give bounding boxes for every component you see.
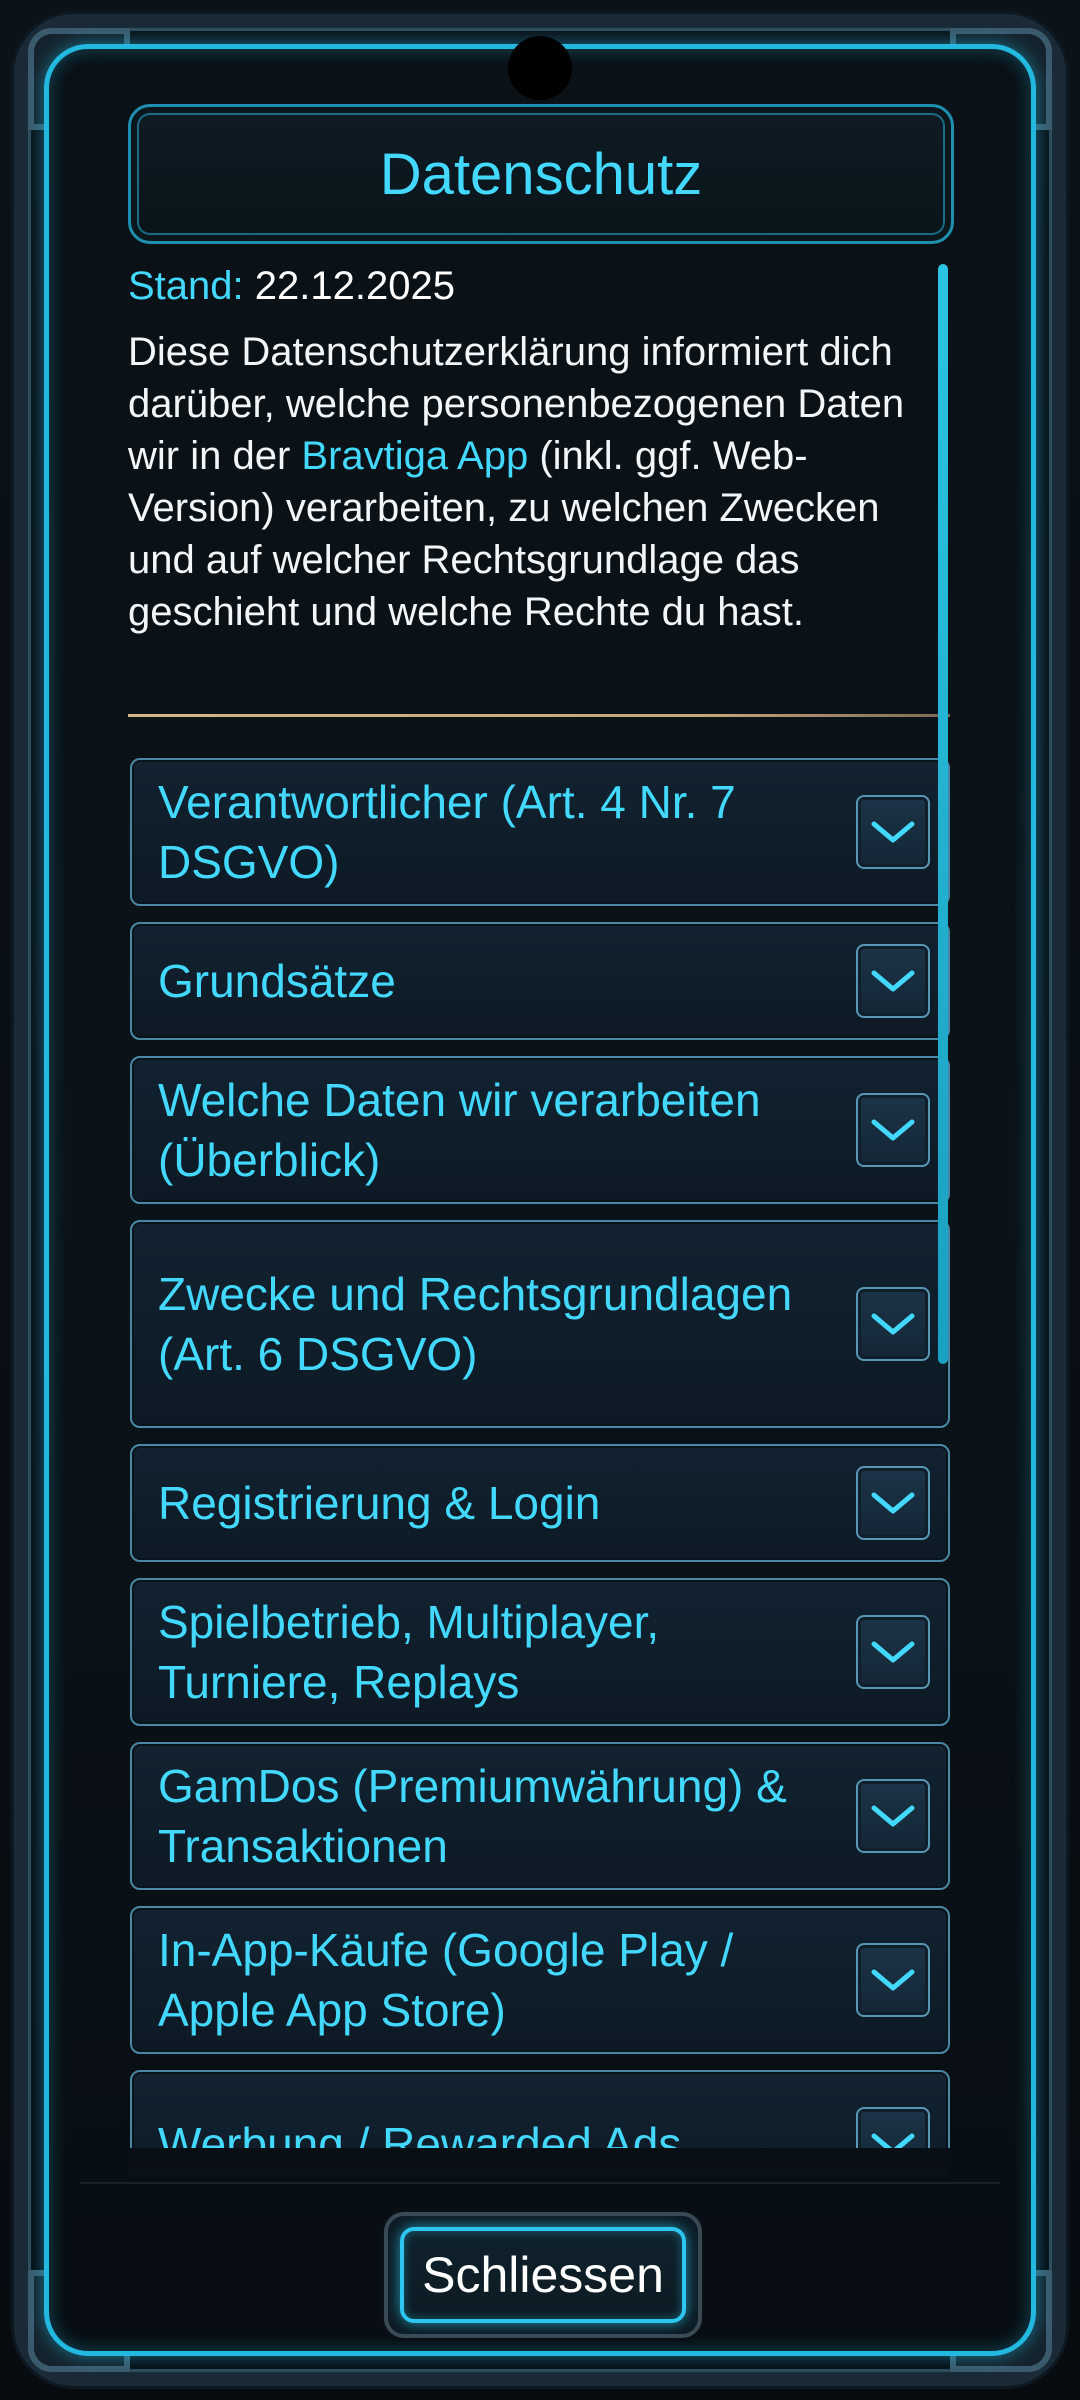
accordion-item-principles[interactable]: Grundsätze (130, 922, 950, 1040)
accordion-item-data-overview[interactable]: Welche Daten wir verarbeiten (Überblick) (130, 1056, 950, 1204)
revision-date-value: 22.12.2025 (254, 264, 455, 308)
accordion-label: Registrierung & Login (158, 1477, 601, 1529)
accordion-label: Zwecke und Rechtsgrundlagen (Art. 6 DSGV… (158, 1268, 793, 1380)
chevron-down-icon[interactable] (856, 944, 930, 1018)
close-button[interactable]: Schliessen (384, 2212, 702, 2338)
app-name-link: Bravtiga App (301, 434, 529, 478)
phone-frame: Datenschutz Stand: 22.12.2025 Diese Date… (0, 0, 1080, 2400)
accordion-item-gamdos[interactable]: GamDos (Premiumwährung) & Transaktionen (130, 1742, 950, 1890)
accordion-label: Spielbetrieb, Multiplayer, Turniere, Rep… (158, 1596, 660, 1708)
accordion-label: Grundsätze (158, 955, 396, 1007)
accordion-item-controller[interactable]: Verantwortlicher (Art. 4 Nr. 7 DSGVO) (130, 758, 950, 906)
footer-divider (80, 2182, 1000, 2184)
close-button-face: Schliessen (400, 2227, 686, 2323)
close-button-label: Schliessen (422, 2247, 664, 2303)
dialog-title: Datenschutz (379, 141, 703, 207)
chevron-down-icon[interactable] (856, 2107, 930, 2148)
revision-date: Stand: 22.12.2025 (128, 264, 455, 309)
dialog-header: Datenschutz (128, 104, 954, 244)
privacy-content[interactable]: Stand: 22.12.2025 Diese Datenschutzerklä… (128, 258, 950, 2148)
scrollbar-thumb[interactable] (938, 264, 948, 1364)
camera-notch (508, 36, 572, 100)
accordion-label: Werbung / Rewarded Ads (158, 2118, 682, 2148)
accordion-item-gameplay[interactable]: Spielbetrieb, Multiplayer, Turniere, Rep… (130, 1578, 950, 1726)
intro-text: Diese Datenschutzerklärung informiert di… (128, 326, 928, 638)
section-divider (128, 714, 950, 717)
accordion-item-purposes[interactable]: Zwecke und Rechtsgrundlagen (Art. 6 DSGV… (130, 1220, 950, 1428)
accordion-item-in-app-purchases[interactable]: In-App-Käufe (Google Play / Apple App St… (130, 1906, 950, 2054)
chevron-down-icon[interactable] (856, 1779, 930, 1853)
accordion-label: Welche Daten wir verarbeiten (Überblick) (158, 1074, 761, 1186)
chevron-down-icon[interactable] (856, 1943, 930, 2017)
accordion-label: GamDos (Premiumwährung) & Transaktionen (158, 1760, 787, 1872)
chevron-down-icon[interactable] (856, 1615, 930, 1689)
chevron-down-icon[interactable] (856, 795, 930, 869)
chevron-down-icon[interactable] (856, 1287, 930, 1361)
accordion-item-ads[interactable]: Werbung / Rewarded Ads (130, 2070, 950, 2148)
chevron-down-icon[interactable] (856, 1093, 930, 1167)
accordion-label: In-App-Käufe (Google Play / Apple App St… (158, 1924, 734, 2036)
scroll-fade (128, 2148, 950, 2178)
chevron-down-icon[interactable] (856, 1466, 930, 1540)
accordion-item-registration[interactable]: Registrierung & Login (130, 1444, 950, 1562)
accordion-label: Verantwortlicher (Art. 4 Nr. 7 DSGVO) (158, 776, 736, 888)
revision-date-label: Stand: (128, 264, 244, 308)
